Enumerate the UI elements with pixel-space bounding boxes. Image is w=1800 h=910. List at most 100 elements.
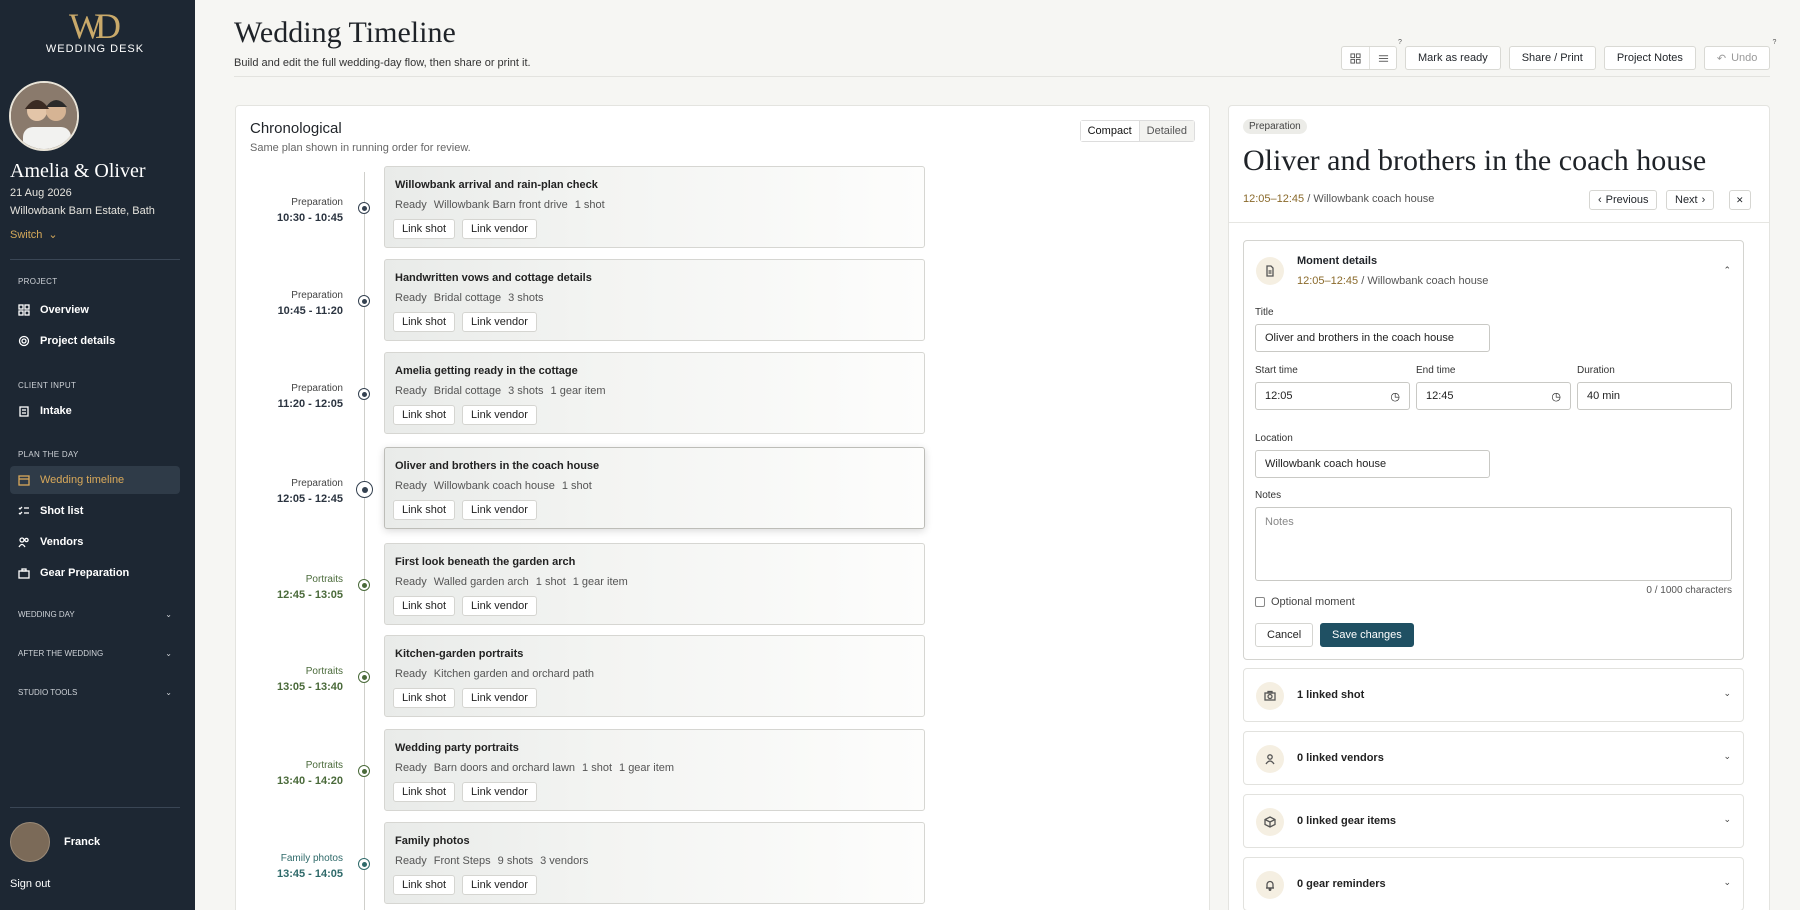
moment-card-title: Handwritten vows and cottage details: [395, 272, 592, 284]
view-toggle: [1341, 46, 1397, 70]
detailed-view-button[interactable]: Detailed: [1138, 121, 1194, 141]
moment-title: Oliver and brothers in the coach house: [1243, 144, 1707, 177]
undo-button[interactable]: ↶ Undo?: [1703, 39, 1776, 70]
checkbox-label: Optional moment: [1271, 596, 1355, 608]
moment-details-heading: Moment details: [1297, 255, 1378, 267]
meta-item: Barn doors and orchard lawn: [433, 762, 576, 774]
accordion-user[interactable]: 0 linked vendors ⌄: [1243, 731, 1744, 785]
phase-label: Preparation: [291, 383, 343, 394]
user-profile[interactable]: Franck: [10, 822, 100, 862]
detail-panel: Preparation Oliver and brothers in the c…: [1228, 105, 1770, 910]
section-label: AFTER THE WEDDING: [18, 649, 104, 658]
moment-card[interactable]: Kitchen-garden portraits Ready Kitchen ga…: [384, 635, 925, 717]
section-wedding-day[interactable]: WEDDING DAY ⌄: [18, 610, 172, 619]
moment-card-meta: Ready Front Steps 9 shots 3 vendors: [395, 855, 588, 867]
sidebar-item-vendors[interactable]: Vendors: [10, 528, 180, 556]
sidebar-item-gear-preparation[interactable]: Gear Preparation: [10, 559, 180, 587]
accordion-label: 0 gear reminders: [1297, 878, 1386, 890]
sidebar-item-label: Project details: [40, 335, 116, 347]
brand-logo: WD WEDDING DESK: [0, 8, 190, 55]
moment-card[interactable]: Amelia getting ready in the cottage Read…: [384, 352, 925, 434]
meta-item: Ready: [395, 762, 427, 774]
link-vendor-button[interactable]: Link vendor: [462, 405, 537, 425]
optional-moment-checkbox[interactable]: Optional moment: [1255, 596, 1355, 608]
link-vendor-button[interactable]: Link vendor: [462, 875, 537, 895]
bell-icon: [1256, 871, 1284, 899]
title-input[interactable]: Oliver and brothers in the coach house: [1255, 324, 1490, 352]
notes-textarea[interactable]: Notes: [1255, 507, 1732, 581]
sidebar-item-intake[interactable]: Intake: [10, 397, 180, 425]
help-icon: ?: [1772, 39, 1777, 46]
moment-card[interactable]: Handwritten vows and cottage details Rea…: [384, 259, 925, 341]
link-shot-button[interactable]: Link shot: [393, 875, 456, 895]
cancel-button[interactable]: Cancel: [1255, 623, 1314, 647]
section-studio-tools[interactable]: STUDIO TOOLS ⌄: [18, 688, 172, 697]
close-button[interactable]: ✕: [1729, 190, 1751, 210]
meta-item: Bridal cottage: [433, 292, 502, 304]
link-shot-button[interactable]: Link shot: [393, 405, 456, 425]
link-shot-button[interactable]: Link shot: [393, 312, 456, 332]
link-vendor-button[interactable]: Link vendor: [462, 782, 537, 802]
clock-icon: ◷: [1390, 390, 1400, 403]
moment-card[interactable]: Family photos Ready Front Steps 9 shots 3 v…: [384, 822, 925, 904]
sidebar-item-wedding-timeline[interactable]: Wedding timeline: [10, 466, 180, 494]
link-shot-button[interactable]: Link shot: [393, 782, 456, 802]
link-shot-button[interactable]: Link shot: [393, 688, 456, 708]
link-shot-button[interactable]: Link shot: [393, 219, 456, 239]
moment-card[interactable]: Oliver and brothers in the coach house R…: [384, 447, 925, 529]
section-label: WEDDING DAY: [18, 610, 75, 619]
link-vendor-button[interactable]: Link vendor: [462, 596, 537, 616]
compact-view-button[interactable]: Compact: [1080, 121, 1139, 141]
moment-details-form: Moment details 12:05–12:45 / Willowbank …: [1243, 240, 1744, 660]
chevron-down-icon: ⌄: [1723, 688, 1731, 698]
brand-monogram: WD: [69, 6, 121, 46]
accordion-label: 0 linked gear items: [1297, 815, 1397, 827]
switch-project-button[interactable]: Switch ⌄: [10, 228, 58, 242]
location-input[interactable]: Willowbank coach house: [1255, 450, 1490, 478]
next-button[interactable]: Next ›: [1666, 190, 1715, 210]
list-view-icon[interactable]: [1369, 47, 1396, 69]
link-vendor-button[interactable]: Link vendor: [462, 500, 537, 520]
button-label: Mark as ready: [1418, 52, 1488, 64]
previous-button[interactable]: ‹ Previous: [1589, 190, 1658, 210]
sidebar-item-project-details[interactable]: Project details: [10, 327, 180, 355]
accordion-bell[interactable]: 0 gear reminders ⌄: [1243, 857, 1744, 910]
location-label: Location: [1255, 433, 1293, 444]
input-value: 12:05: [1265, 390, 1293, 402]
accordion-label: 1 linked shot: [1297, 689, 1365, 701]
link-vendor-button[interactable]: Link vendor: [462, 219, 537, 239]
sidebar-divider: [10, 259, 180, 260]
duration-input[interactable]: 40 min: [1577, 382, 1732, 410]
input-value: Oliver and brothers in the coach house: [1265, 332, 1454, 344]
accordion-camera[interactable]: 1 linked shot ⌄: [1243, 668, 1744, 722]
sidebar-item-shot-list[interactable]: Shot list: [10, 497, 180, 525]
chevron-down-icon: ⌄: [1723, 751, 1731, 761]
save-changes-button[interactable]: Save changes: [1320, 623, 1414, 647]
time-range: 13:40 - 14:20: [276, 775, 343, 787]
moment-card[interactable]: Willowbank arrival and rain-plan check R…: [384, 166, 925, 248]
start-time-input[interactable]: 12:05 ◷: [1255, 382, 1410, 410]
accordion-box[interactable]: 0 linked gear items ⌄: [1243, 794, 1744, 848]
phase-label: Portraits: [305, 760, 343, 771]
chevron-up-icon[interactable]: ⌃: [1723, 265, 1731, 276]
link-shot-button[interactable]: Link shot: [393, 500, 456, 520]
checkbox[interactable]: [1255, 597, 1265, 607]
time-range: 13:05 - 13:40: [276, 681, 343, 693]
end-time-input[interactable]: 12:45 ◷: [1416, 382, 1571, 410]
share-print-button[interactable]: Share / Print: [1508, 46, 1596, 70]
link-vendor-button[interactable]: Link vendor: [462, 688, 537, 708]
sign-out-link[interactable]: Sign out: [10, 878, 50, 890]
meta-item: Ready: [395, 292, 427, 304]
chevron-right-icon: ›: [1701, 194, 1706, 206]
title-label: Title: [1255, 307, 1274, 318]
moment-card[interactable]: First look beneath the garden arch Ready…: [384, 543, 925, 625]
link-vendor-button[interactable]: Link vendor: [462, 312, 537, 332]
mark-as-ready-button[interactable]: ? Mark as ready: [1398, 39, 1501, 70]
moment-card[interactable]: Wedding party portraits Ready Barn doors …: [384, 729, 925, 811]
section-after-the-wedding[interactable]: AFTER THE WEDDING ⌄: [18, 649, 172, 658]
link-shot-button[interactable]: Link shot: [393, 596, 456, 616]
meta-item: Ready: [395, 199, 427, 211]
sidebar-item-overview[interactable]: Overview: [10, 296, 180, 324]
project-notes-button[interactable]: Project Notes: [1603, 46, 1696, 70]
grid-view-icon[interactable]: [1342, 47, 1369, 69]
